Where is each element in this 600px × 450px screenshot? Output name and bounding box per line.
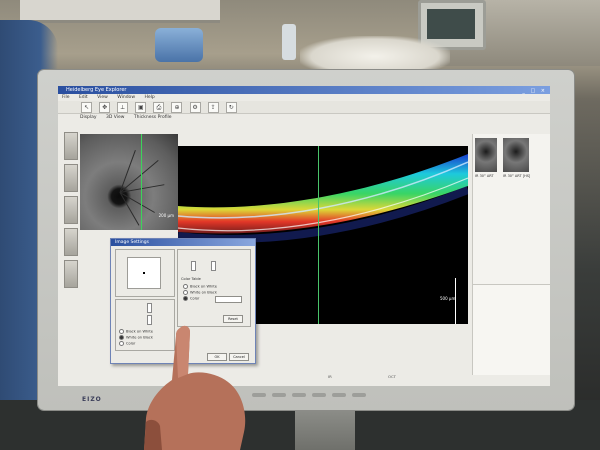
thumbnail[interactable] bbox=[64, 228, 78, 256]
menu-help[interactable]: Help bbox=[144, 95, 154, 100]
screen: Heidelberg Eye Explorer _ □ × File Edit … bbox=[58, 86, 550, 386]
status-item: OCT bbox=[388, 374, 396, 379]
dialog-title: Image Settings bbox=[111, 239, 255, 246]
window-controls[interactable]: _ □ × bbox=[522, 87, 547, 95]
color-table-select[interactable] bbox=[215, 296, 242, 303]
radio-white-on-black[interactable]: White on Black bbox=[183, 290, 217, 295]
menu-view[interactable]: View bbox=[97, 95, 108, 100]
scan-position-line[interactable] bbox=[141, 134, 142, 230]
thumbnail-ir[interactable] bbox=[475, 138, 497, 172]
menu-bar: File Edit View Window Help bbox=[58, 94, 550, 101]
preview-image bbox=[127, 257, 161, 289]
export-icon[interactable]: ⇪ bbox=[207, 102, 219, 113]
pan-icon[interactable]: ✥ bbox=[99, 102, 111, 113]
menu-window[interactable]: Window bbox=[117, 95, 135, 100]
info-panel bbox=[472, 284, 550, 375]
radio-black-on-white[interactable]: Black on White bbox=[183, 284, 217, 289]
menu-file[interactable]: File bbox=[62, 95, 70, 100]
thumbnail[interactable] bbox=[64, 164, 78, 192]
window-title: Heidelberg Eye Explorer bbox=[66, 87, 127, 93]
radio-option[interactable]: Color bbox=[119, 341, 135, 346]
tab-3d-view[interactable]: 3D View bbox=[106, 115, 124, 120]
monitor-brand-logo: EIZO bbox=[82, 396, 102, 403]
thumbnail[interactable] bbox=[64, 132, 78, 160]
white-cloth bbox=[300, 36, 450, 70]
thumbnail[interactable] bbox=[64, 196, 78, 224]
status-bar: IR OCT bbox=[58, 372, 550, 382]
slider-handle[interactable] bbox=[191, 261, 196, 271]
select-icon[interactable]: ↖ bbox=[81, 102, 92, 113]
slider-handle[interactable] bbox=[211, 261, 216, 271]
oct-scale-bar bbox=[455, 278, 456, 324]
zoom-icon[interactable]: ⊕ bbox=[171, 102, 183, 113]
status-item: IR bbox=[328, 374, 332, 379]
thumbnail-ir-hs[interactable] bbox=[503, 138, 529, 172]
scan-marker-line[interactable] bbox=[318, 146, 319, 324]
measure-icon[interactable]: ⟂ bbox=[117, 102, 129, 113]
slider-handle[interactable] bbox=[147, 303, 152, 313]
bottle bbox=[282, 24, 296, 60]
toolbar: ↖ ✥ ⟂ ▣ ⎙ ⊕ ⚙ ⇪ ↻ bbox=[58, 101, 550, 114]
pointing-hand bbox=[144, 325, 246, 450]
settings-icon[interactable]: ⚙ bbox=[189, 102, 201, 113]
save-icon[interactable]: ▣ bbox=[135, 102, 147, 113]
print-icon[interactable]: ⎙ bbox=[153, 102, 165, 113]
blue-tape-roll bbox=[155, 28, 203, 62]
monitor-stand bbox=[295, 410, 355, 450]
fundus-image[interactable]: 200 µm bbox=[80, 134, 178, 230]
tab-display[interactable]: Display bbox=[80, 115, 97, 120]
radio-color[interactable]: Color bbox=[183, 296, 199, 301]
right-thumbnail-panel: IR 30° ART IR 30° ART [HS] bbox=[472, 134, 550, 284]
thumbnail-caption: IR 30° ART [HS] bbox=[503, 174, 531, 178]
color-table-label: Color Table bbox=[181, 277, 201, 281]
view-tabs: Display 3D View Thickness Profile bbox=[58, 114, 550, 122]
window-titlebar: Heidelberg Eye Explorer _ □ × bbox=[58, 86, 550, 94]
image-thumbnail-strip bbox=[64, 132, 78, 292]
fundus-scale-label: 200 µm bbox=[158, 213, 174, 218]
thumbnail[interactable] bbox=[64, 260, 78, 288]
thumbnail-caption: IR 30° ART bbox=[475, 174, 494, 178]
refresh-icon[interactable]: ↻ bbox=[225, 102, 237, 113]
lab-shelf bbox=[20, 0, 220, 23]
tab-thickness-profile[interactable]: Thickness Profile bbox=[134, 115, 172, 120]
oct-scale-label: 500 µm bbox=[440, 296, 456, 301]
menu-edit[interactable]: Edit bbox=[79, 95, 88, 100]
